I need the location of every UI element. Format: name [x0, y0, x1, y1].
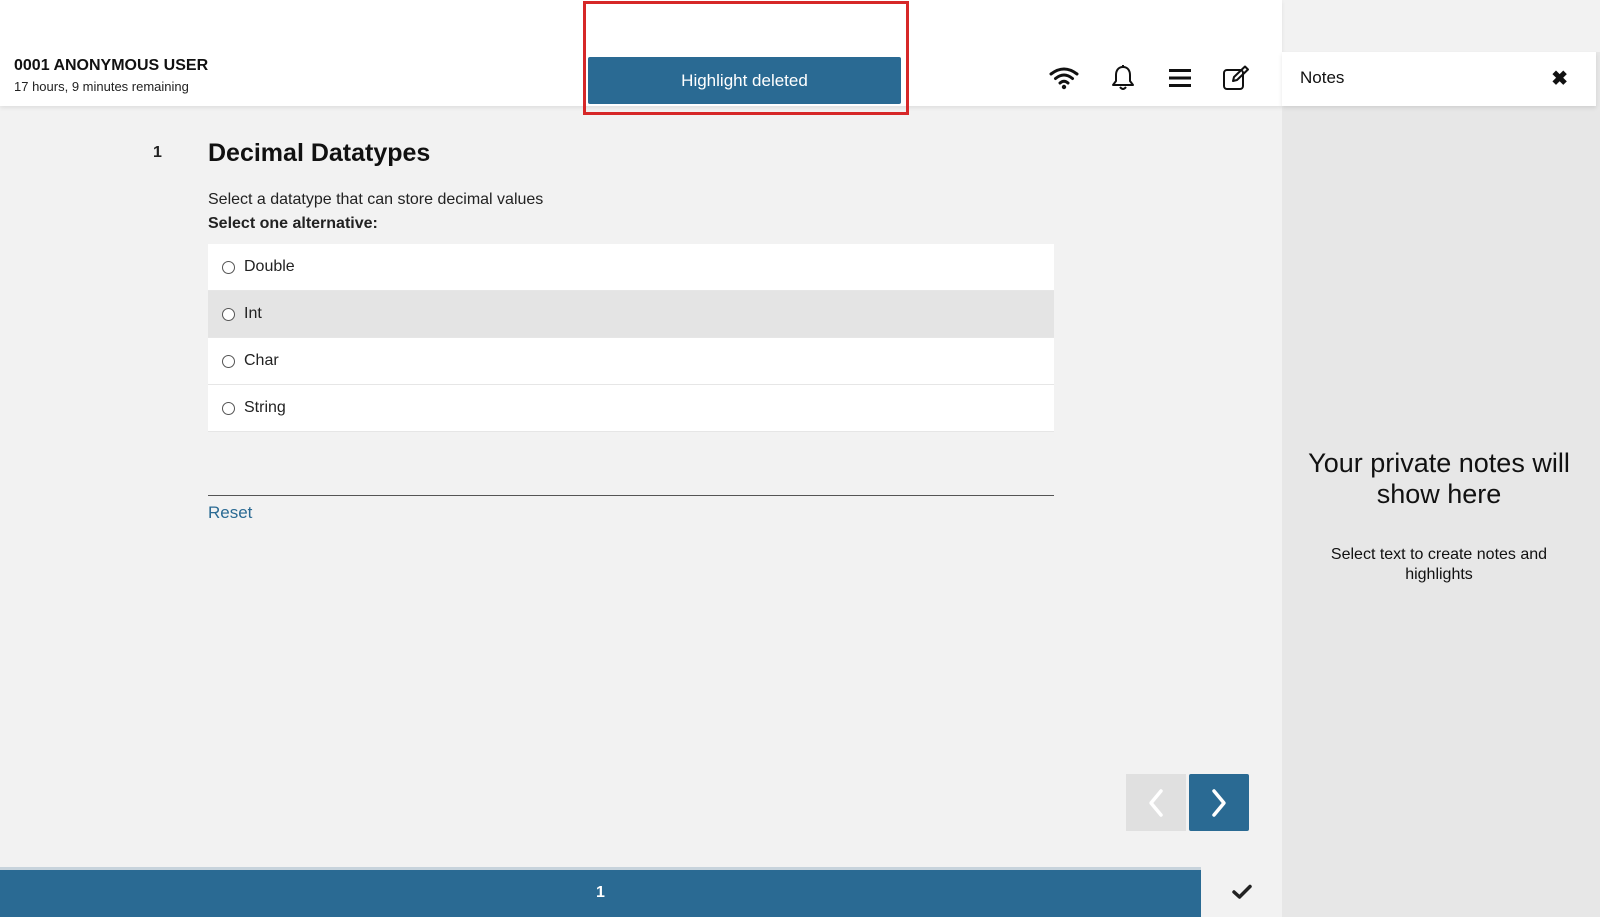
option-label: Char [244, 352, 279, 369]
menu-icon[interactable] [1164, 62, 1196, 94]
next-button[interactable] [1189, 774, 1249, 831]
close-icon[interactable]: ✖ [1551, 66, 1568, 91]
page-number-button[interactable]: 1 [0, 884, 1201, 902]
previous-button[interactable] [1126, 774, 1186, 831]
radio-button[interactable] [222, 354, 235, 368]
radio-button[interactable] [222, 401, 235, 415]
question-instruction: Select one alternative: [208, 215, 378, 232]
question-text: Select a datatype that can store decimal… [208, 191, 544, 208]
option-double[interactable]: Double [208, 244, 1054, 291]
time-remaining: 17 hours, 9 minutes remaining [14, 79, 189, 94]
bell-icon[interactable] [1107, 62, 1139, 94]
toast-message: Highlight deleted [681, 70, 808, 90]
option-char[interactable]: Char [208, 338, 1054, 385]
radio-button[interactable] [222, 260, 235, 274]
notes-empty-subtitle: Select text to create notes and highligh… [1330, 546, 1548, 583]
wifi-icon[interactable] [1048, 62, 1080, 94]
page-navigation-bar: 1 [0, 867, 1201, 917]
option-string[interactable]: String [208, 385, 1054, 432]
toast-notification: Highlight deleted [588, 57, 901, 104]
reset-link[interactable]: Reset [208, 503, 252, 523]
option-label: Double [244, 258, 295, 275]
option-label: String [244, 399, 286, 416]
question-number: 1 [153, 144, 162, 161]
answer-options: Double Int Char String [208, 244, 1054, 432]
edit-note-icon[interactable] [1220, 62, 1252, 94]
checkmark-icon [1231, 884, 1252, 899]
notes-header: Notes ✖ [1282, 52, 1596, 106]
question-title: Decimal Datatypes [208, 139, 431, 167]
chevron-left-icon [1149, 788, 1163, 817]
submit-button[interactable] [1201, 867, 1282, 917]
radio-button[interactable] [222, 307, 235, 321]
notes-panel: Notes ✖ Your private notes will show her… [1282, 52, 1600, 917]
user-name: 0001 ANONYMOUS USER [14, 57, 209, 74]
option-int[interactable]: Int [208, 291, 1054, 338]
notes-title: Notes [1300, 68, 1345, 87]
notes-empty-title: Your private notes will show here [1308, 448, 1570, 509]
option-label: Int [244, 305, 262, 322]
divider [208, 495, 1054, 496]
chevron-right-icon [1212, 788, 1226, 817]
